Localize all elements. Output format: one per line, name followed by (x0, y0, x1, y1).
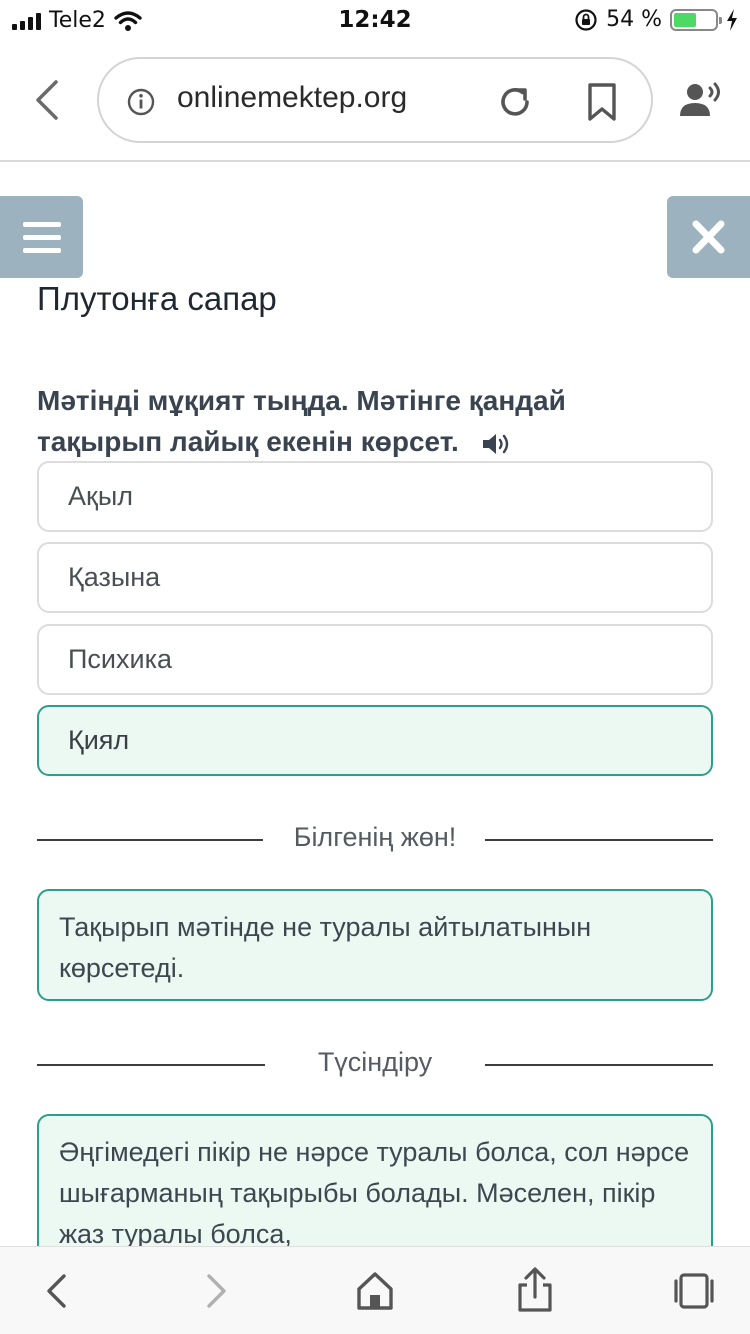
nav-forward-icon[interactable] (203, 1273, 229, 1309)
close-button[interactable] (667, 196, 750, 278)
nav-back-icon[interactable] (44, 1273, 70, 1309)
option-label: Ақыл (68, 481, 133, 511)
answer-option[interactable]: Ақыл (37, 461, 713, 532)
know-heading: Білгенің жөн! (293, 822, 457, 852)
hamburger-icon (22, 221, 61, 227)
explain-text: Әңгімедегі пікір не нәрсе туралы болса, … (59, 1137, 690, 1249)
page-title: Плутонға сапар (37, 280, 277, 317)
status-bar: Tele2 12:42 54 % (0, 0, 750, 42)
answer-option[interactable]: Психика (37, 624, 713, 695)
voice-user-icon[interactable] (678, 80, 726, 120)
bottom-toolbar (0, 1246, 750, 1334)
know-divider: Білгенің жөн! (37, 820, 713, 860)
close-icon (692, 220, 725, 254)
address-bar[interactable]: onlinemektep.org (97, 57, 653, 143)
share-icon[interactable] (516, 1267, 554, 1313)
battery-fill (674, 12, 696, 27)
divider-line (485, 839, 713, 841)
explain-divider: Түсіндіру (37, 1045, 713, 1085)
option-label: Қазына (68, 562, 161, 592)
reload-icon[interactable] (497, 84, 533, 120)
answer-option[interactable]: Қазына (37, 542, 713, 613)
hamburger-line (22, 247, 61, 253)
answer-option-correct[interactable]: Қиял (37, 705, 713, 776)
bookmark-icon[interactable] (587, 83, 617, 121)
know-box: Тақырып мәтінде не туралы айтылатынын кө… (37, 889, 713, 1001)
option-label: Қиял (68, 725, 130, 755)
hamburger-line (22, 234, 61, 240)
back-icon[interactable] (30, 78, 70, 122)
charging-icon (727, 8, 737, 31)
battery-icon (670, 8, 722, 31)
orientation-lock-icon (575, 8, 597, 31)
home-icon[interactable] (356, 1271, 394, 1311)
status-right: 54 % (574, 7, 738, 32)
battery-percent: 54 % (606, 7, 662, 32)
know-text: Тақырып мәтінде не туралы айтылатынын кө… (59, 912, 592, 983)
info-icon[interactable] (127, 88, 155, 116)
tabs-icon[interactable] (673, 1271, 715, 1311)
option-label: Психика (68, 644, 172, 674)
url-text[interactable]: onlinemektep.org (177, 81, 407, 115)
browser-toolbar: onlinemektep.org (0, 50, 750, 162)
speaker-icon[interactable] (481, 431, 511, 457)
menu-button[interactable] (0, 196, 83, 278)
explain-heading: Түсіндіру (317, 1047, 433, 1077)
question-text: Мәтінді мұқият тыңда. Мәтінге қандай тақ… (37, 380, 697, 462)
divider-line (485, 1064, 713, 1066)
